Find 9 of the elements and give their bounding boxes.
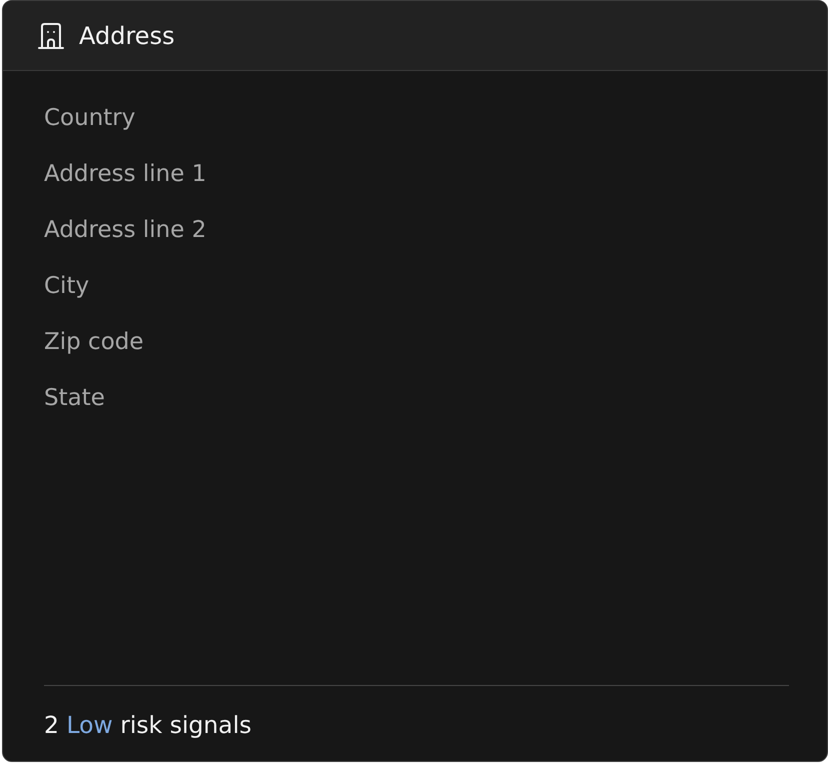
- field-label: Address line 1: [44, 160, 206, 189]
- field-label: Address line 2: [44, 216, 206, 245]
- risk-summary: 2 Low risk signals: [44, 710, 252, 740]
- card-title: Address: [79, 20, 175, 50]
- field-label: Country: [44, 104, 136, 133]
- field-label: Zip code: [44, 328, 144, 357]
- field-label: City: [44, 272, 90, 301]
- field-label: State: [44, 384, 105, 413]
- building-icon: [37, 22, 65, 50]
